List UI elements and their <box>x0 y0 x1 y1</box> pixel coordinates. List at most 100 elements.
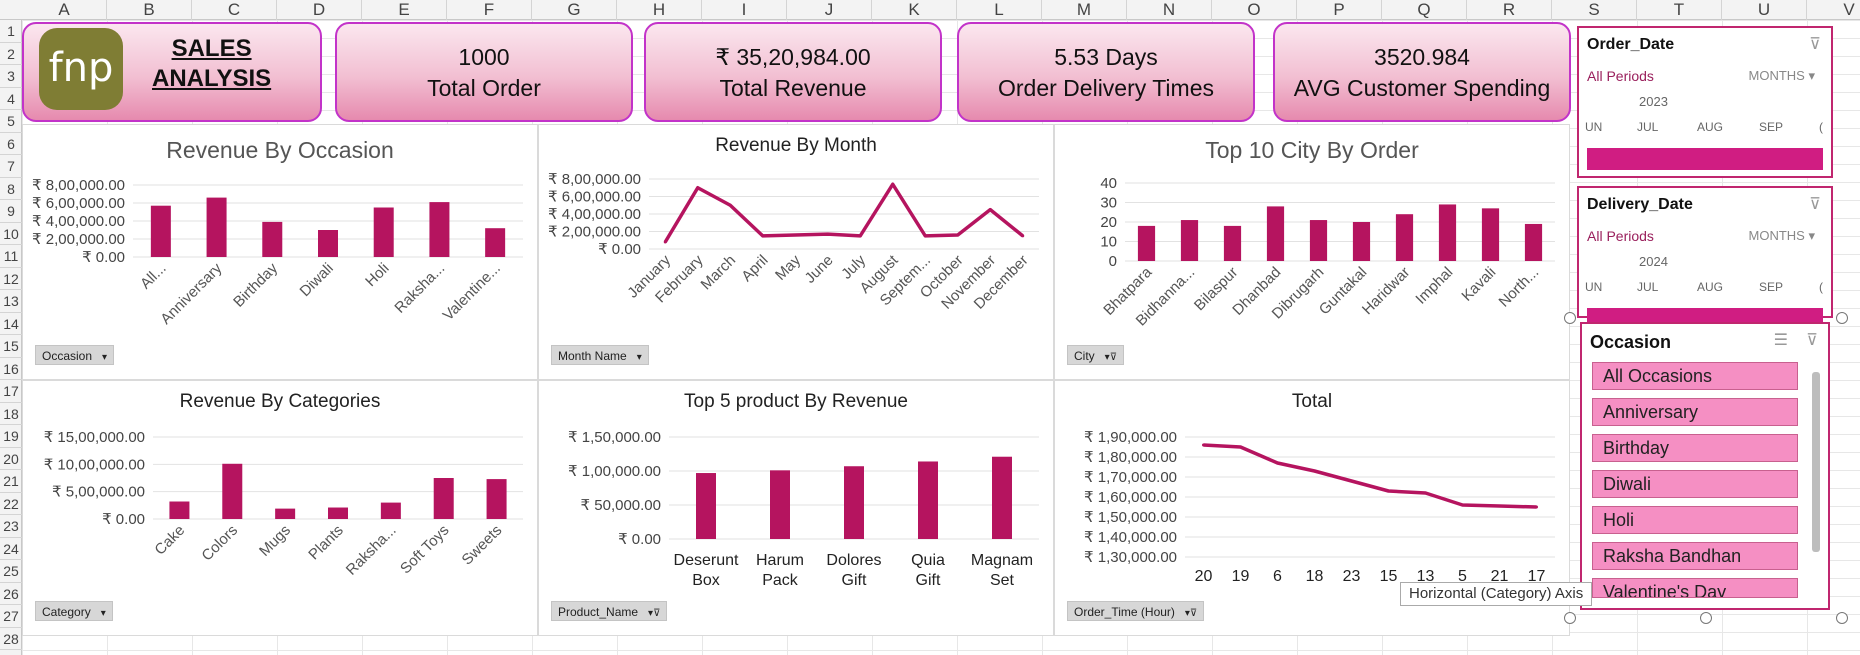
slicer-level-dropdown[interactable]: MONTHS ▾ <box>1749 228 1816 244</box>
row-header-17[interactable]: 17 <box>0 380 22 403</box>
multi-select-icon[interactable]: ☰ <box>1774 330 1788 350</box>
bar[interactable] <box>485 228 506 257</box>
slicer-delivery-date[interactable]: Delivery_Date ⊽ All Periods MONTHS ▾ 202… <box>1577 186 1833 322</box>
occasion-item[interactable]: Valentine's Day <box>1592 578 1798 598</box>
line-point[interactable] <box>858 234 862 238</box>
line-point[interactable] <box>826 232 830 236</box>
occasion-item[interactable]: Raksha Bandhan <box>1592 542 1798 570</box>
chart-plot[interactable]: ₹ 1,50,000.00 ₹ 1,00,000.00 ₹ 50,000.00 ₹ 0… <box>539 381 1055 637</box>
column-header-V[interactable]: V <box>1807 0 1860 20</box>
row-header-13[interactable]: 13 <box>0 290 22 313</box>
bar[interactable] <box>380 502 401 519</box>
line-point[interactable] <box>891 182 895 186</box>
line-point[interactable] <box>1239 445 1242 449</box>
column-header-C[interactable]: C <box>192 0 277 20</box>
chart-revenue-by-categories[interactable]: Revenue By Categories ₹ 15,00,000.00 ₹ 10,… <box>22 380 538 636</box>
slicer-scrollbar[interactable] <box>1812 372 1820 552</box>
line-point[interactable] <box>1461 503 1464 507</box>
field-filter-button[interactable]: Product_Name ▾⊽ <box>551 601 668 621</box>
row-header-18[interactable]: 18 <box>0 403 22 425</box>
bar[interactable] <box>1180 220 1199 261</box>
row-header-4[interactable]: 4 <box>0 88 22 110</box>
chart-plot[interactable]: ₹ 8,00,000.00₹ 6,00,000.00₹ 4,00,000.00₹… <box>539 125 1055 381</box>
row-header-21[interactable]: 21 <box>0 470 22 493</box>
line-point[interactable] <box>1350 479 1353 483</box>
row-header-1[interactable]: 1 <box>0 20 22 43</box>
line-point[interactable] <box>1387 489 1390 493</box>
row-header-3[interactable]: 3 <box>0 65 22 88</box>
resize-handle[interactable] <box>1836 312 1848 324</box>
bar[interactable] <box>918 461 938 539</box>
bar[interactable] <box>262 221 283 257</box>
chart-plot[interactable]: ₹ 8,00,000.00₹ 6,00,000.00₹ 4,00,000.00₹… <box>23 125 539 381</box>
bar[interactable] <box>275 508 296 519</box>
column-header-J[interactable]: J <box>787 0 872 20</box>
row-header-10[interactable]: 10 <box>0 223 22 245</box>
resize-handle[interactable] <box>1836 612 1848 624</box>
bar[interactable] <box>429 202 450 257</box>
column-header-I[interactable]: I <box>702 0 787 20</box>
bar[interactable] <box>373 207 394 258</box>
bar[interactable] <box>150 205 171 257</box>
row-header-19[interactable]: 19 <box>0 425 22 448</box>
row-header-27[interactable]: 27 <box>0 605 22 628</box>
column-header-R[interactable]: R <box>1467 0 1552 20</box>
row-header-6[interactable]: 6 <box>0 133 22 155</box>
column-header-O[interactable]: O <box>1212 0 1297 20</box>
column-header-P[interactable]: P <box>1297 0 1382 20</box>
chart-plot[interactable]: ₹ 15,00,000.00 ₹ 10,00,000.00 ₹ 5,00,000.0… <box>23 381 539 637</box>
slicer-level-dropdown[interactable]: MONTHS ▾ <box>1749 68 1816 84</box>
row-header-24[interactable]: 24 <box>0 538 22 560</box>
line-point[interactable] <box>988 208 992 212</box>
slicer-periods[interactable]: All Periods <box>1587 228 1654 244</box>
bar[interactable] <box>1438 204 1457 261</box>
row-header-9[interactable]: 9 <box>0 200 22 223</box>
row-header-25[interactable]: 25 <box>0 560 22 583</box>
occasion-item[interactable]: All Occasions <box>1592 362 1798 390</box>
bar[interactable] <box>844 466 864 539</box>
line-point[interactable] <box>1498 504 1501 508</box>
bar[interactable] <box>1395 214 1414 261</box>
chart-top-city-by-order[interactable]: Top 10 City By Order 40 30 20 10 0 Bhatpara Bid… <box>1054 124 1570 380</box>
resize-handle[interactable] <box>1564 312 1576 324</box>
row-header-20[interactable]: 20 <box>0 448 22 470</box>
timeline-bar[interactable] <box>1587 308 1823 322</box>
line-point[interactable] <box>1424 491 1427 495</box>
bar[interactable] <box>770 470 790 539</box>
clear-filter-icon[interactable]: ⊽ <box>1809 194 1821 214</box>
line-point[interactable] <box>1313 469 1316 473</box>
column-header-M[interactable]: M <box>1042 0 1127 20</box>
column-header-N[interactable]: N <box>1127 0 1212 20</box>
row-header-5[interactable]: 5 <box>0 110 22 133</box>
line-point[interactable] <box>1202 443 1205 447</box>
row-header-8[interactable]: 8 <box>0 178 22 200</box>
field-filter-button[interactable]: Occasion ▾ <box>35 345 115 365</box>
field-filter-button[interactable]: Order_Time (Hour) ▾⊽ <box>1067 601 1205 621</box>
line-point[interactable] <box>728 203 732 207</box>
column-header-K[interactable]: K <box>872 0 957 20</box>
occasion-item[interactable]: Birthday <box>1592 434 1798 462</box>
chart-top-products[interactable]: Top 5 product By Revenue ₹ 1,50,000.00 ₹ 1… <box>538 380 1054 636</box>
resize-handle[interactable] <box>1564 612 1576 624</box>
slicer-periods[interactable]: All Periods <box>1587 68 1654 84</box>
bar[interactable] <box>328 507 348 519</box>
field-filter-button[interactable]: Month Name ▾ <box>551 345 649 365</box>
resize-handle[interactable] <box>1700 612 1712 624</box>
column-header-G[interactable]: G <box>532 0 617 20</box>
row-header-16[interactable]: 16 <box>0 358 22 380</box>
slicer-occasion[interactable]: Occasion ☰ ⊽ All Occasions Anniversary Bir… <box>1580 322 1830 610</box>
field-filter-button[interactable]: Category ▾ <box>35 601 113 621</box>
bar[interactable] <box>1137 225 1156 261</box>
line-point[interactable] <box>1276 461 1279 465</box>
slicer-order-date[interactable]: Order_Date ⊽ All Periods MONTHS ▾ 2023 U… <box>1577 26 1833 178</box>
column-header-Q[interactable]: Q <box>1382 0 1467 20</box>
timeline-bar[interactable] <box>1587 148 1823 170</box>
bar[interactable] <box>169 501 190 519</box>
row-header-12[interactable]: 12 <box>0 268 22 290</box>
clear-filter-icon[interactable]: ⊽ <box>1809 34 1821 54</box>
row-header-23[interactable]: 23 <box>0 515 22 538</box>
column-header-T[interactable]: T <box>1637 0 1722 20</box>
bar[interactable] <box>1524 223 1543 261</box>
line-point[interactable] <box>1535 505 1538 509</box>
column-header-D[interactable]: D <box>277 0 362 20</box>
